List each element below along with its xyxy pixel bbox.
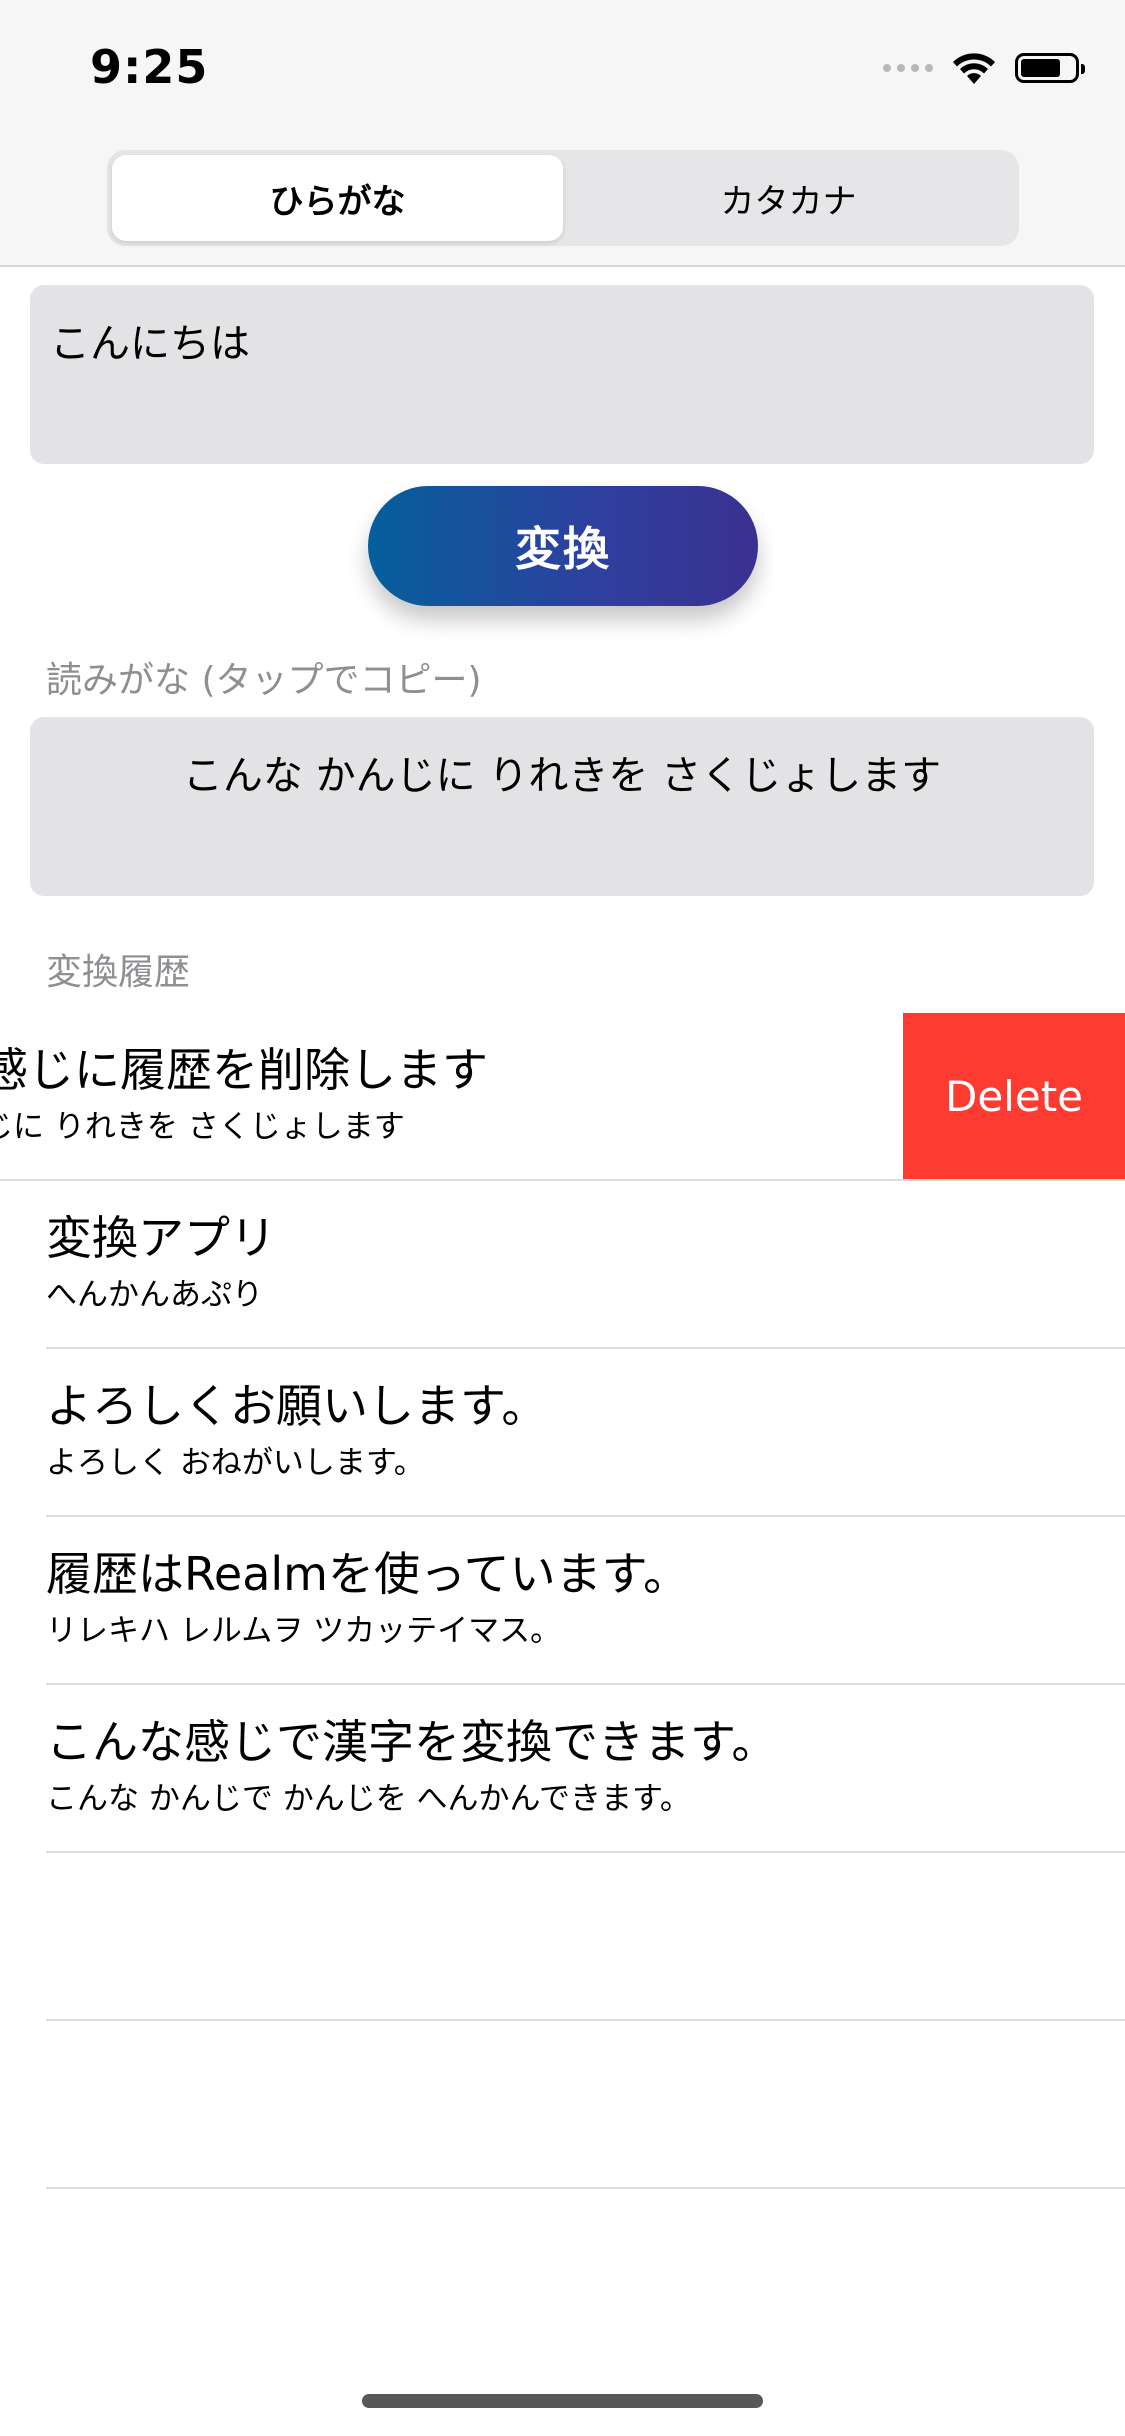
history-row[interactable]: 変換アプリ へんかんあぷり	[0, 1181, 1125, 1349]
history-row[interactable]: 感じに履歴を削除します じに りれきを さくじょします Delete	[0, 1013, 1125, 1181]
history-row[interactable]: 履歴はRealmを使っています。 リレキハ レルムヲ ツカッテイマス。	[0, 1517, 1125, 1685]
battery-icon	[1015, 53, 1085, 83]
convert-button[interactable]: 変換	[368, 486, 758, 606]
history-reading: よろしく おねがいします。	[46, 1445, 425, 1481]
empty-row	[0, 1853, 1125, 2021]
row-separator	[46, 2187, 1125, 2189]
history-text: 変換アプリ	[46, 1211, 276, 1265]
navigation-bar: 9:25 ひらがな カタカナ	[0, 0, 1125, 267]
history-reading: こんな かんじで かんじを へんかんできます。	[46, 1781, 691, 1817]
history-reading: リレキハ レルムヲ ツカッテイマス。	[46, 1613, 562, 1649]
reading-section-label: 読みがな (タップでコピー)	[46, 660, 482, 701]
empty-row	[0, 2021, 1125, 2189]
history-section-label: 変換履歴	[46, 952, 191, 993]
wifi-icon	[953, 53, 995, 84]
status-time: 9:25	[90, 40, 209, 94]
history-row[interactable]: よろしくお願いします。 よろしく おねがいします。	[0, 1349, 1125, 1517]
app-screen: 9:25 ひらがな カタカナ こんにちは 変換 読みがな (タップでコピー) こ…	[0, 0, 1125, 2436]
signal-icon	[883, 64, 933, 72]
history-text: よろしくお願いします。	[46, 1379, 548, 1433]
segment-hiragana[interactable]: ひらがな	[112, 155, 563, 241]
history-reading: へんかんあぷり	[46, 1277, 263, 1313]
kanji-input-field[interactable]: こんにちは	[30, 285, 1094, 464]
history-list: 感じに履歴を削除します じに りれきを さくじょします Delete 変換アプリ…	[0, 1013, 1125, 2189]
segment-katakana[interactable]: カタカナ	[563, 155, 1014, 241]
delete-button[interactable]: Delete	[903, 1013, 1125, 1179]
history-text: こんな感じで漢字を変換できます。	[46, 1715, 778, 1769]
history-reading: じに りれきを さくじょします	[0, 1109, 405, 1145]
status-icons	[883, 48, 1085, 88]
home-indicator[interactable]	[362, 2394, 763, 2408]
history-text: 履歴はRealmを使っています。	[46, 1547, 690, 1601]
reading-output-field[interactable]: こんな かんじに りれきを さくじょします	[30, 717, 1094, 896]
history-text: 感じに履歴を削除します	[0, 1043, 488, 1097]
mode-segmented-control: ひらがな カタカナ	[107, 150, 1019, 246]
history-row[interactable]: こんな感じで漢字を変換できます。 こんな かんじで かんじを へんかんできます。	[0, 1685, 1125, 1853]
